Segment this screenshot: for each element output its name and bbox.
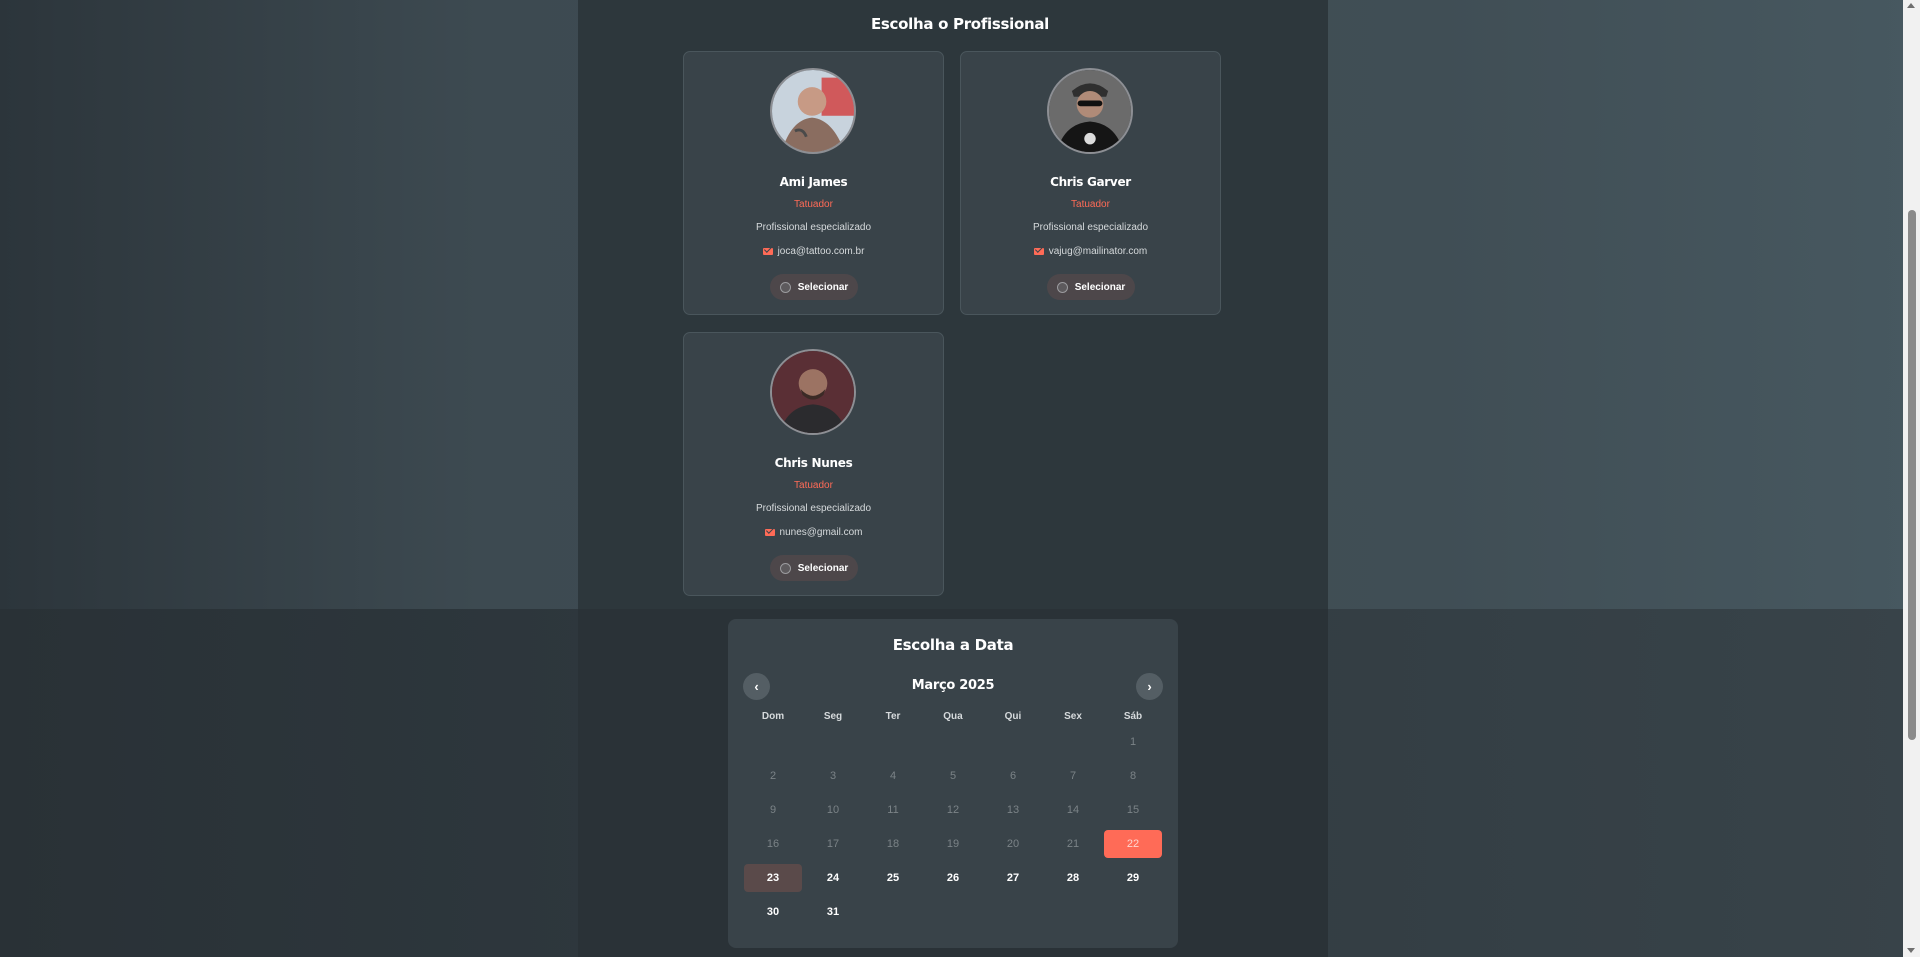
professional-card[interactable]: Ami James Tatuador Profissional especial…: [683, 51, 944, 315]
select-professional-button[interactable]: Selecionar: [770, 274, 858, 300]
weekday-label: Ter: [885, 711, 901, 722]
calendar-title: Escolha a Data: [892, 636, 1014, 654]
professional-name: Chris Nunes: [774, 456, 853, 470]
radio-icon[interactable]: [779, 562, 791, 574]
calendar-day: 20: [1006, 838, 1020, 850]
weekday-label: Sáb: [1123, 711, 1143, 722]
weekday-label: Seg: [823, 711, 843, 722]
calendar-day: 3: [829, 770, 837, 782]
avatar-ami-james: [770, 68, 856, 154]
select-label: Selecionar: [1074, 281, 1126, 293]
calendar-empty-cell: [924, 728, 982, 756]
email-text: joca@tattoo.com.br: [777, 246, 865, 257]
calendar-day: 13: [1006, 804, 1020, 816]
calendar-day: 10: [826, 804, 840, 816]
scrollbar[interactable]: [1903, 0, 1920, 957]
next-month-button[interactable]: ›: [1136, 673, 1163, 700]
email-text: nunes@gmail.com: [779, 527, 863, 538]
professional-role: Tatuador: [794, 199, 833, 210]
scroll-up-icon[interactable]: [1907, 3, 1915, 8]
professional-name: Chris Garver: [1050, 175, 1131, 189]
select-professional-button[interactable]: Selecionar: [770, 555, 858, 581]
calendar-day[interactable]: 25: [864, 864, 922, 892]
calendar-empty-cell: [744, 728, 802, 756]
calendar-day: 8: [1129, 770, 1137, 782]
envelope-icon: [764, 529, 775, 536]
weekday-label: Dom: [761, 711, 785, 722]
calendar-day: 4: [889, 770, 897, 782]
calendar-empty-cell: [1044, 728, 1102, 756]
radio-icon[interactable]: [1056, 281, 1068, 293]
email-text: vajug@mailinator.com: [1048, 246, 1148, 257]
professional-name: Ami James: [779, 175, 848, 189]
date-picker: Escolha a Data ‹ Março 2025 › Dom Seg Te…: [728, 619, 1178, 948]
professional-card[interactable]: Chris Garver Tatuador Profissional espec…: [960, 51, 1221, 315]
weekday-header: Dom Seg Ter Qua Qui Sex Sáb: [743, 711, 1163, 722]
calendar-day[interactable]: 24: [804, 864, 862, 892]
calendar-empty-cell: [984, 898, 1042, 926]
weekday-label: Sex: [1064, 711, 1082, 722]
calendar-day[interactable]: 31: [804, 898, 862, 926]
calendar-day: 15: [1126, 804, 1140, 816]
professional-role: Tatuador: [794, 480, 833, 491]
calendar-day[interactable]: 26: [924, 864, 982, 892]
calendar-day[interactable]: 28: [1044, 864, 1102, 892]
professional-description: Profissional especializado: [755, 222, 872, 233]
scroll-down-icon[interactable]: [1907, 948, 1915, 953]
weekday-label: Qui: [1004, 711, 1022, 722]
professional-description: Profissional especializado: [755, 503, 872, 514]
professional-role: Tatuador: [1071, 199, 1110, 210]
calendar-day[interactable]: 22: [1104, 830, 1162, 858]
calendar-empty-cell: [924, 898, 982, 926]
select-label: Selecionar: [797, 562, 849, 574]
calendar-empty-cell: [1104, 898, 1162, 926]
calendar-day: 9: [769, 804, 777, 816]
professional-email: joca@tattoo.com.br: [684, 246, 943, 257]
month-label: Março 2025: [911, 678, 995, 693]
calendar-day: 19: [946, 838, 960, 850]
professional-description: Profissional especializado: [1032, 222, 1149, 233]
scrollbar-thumb[interactable]: [1908, 210, 1916, 740]
weekday-label: Qua: [943, 711, 963, 722]
calendar-day: 1: [1129, 736, 1137, 748]
calendar-empty-cell: [864, 898, 922, 926]
select-label: Selecionar: [797, 281, 849, 293]
calendar-day: 16: [766, 838, 780, 850]
calendar-day: 21: [1066, 838, 1080, 850]
chevron-right-icon: ›: [1147, 679, 1152, 694]
calendar-empty-cell: [804, 728, 862, 756]
calendar-day[interactable]: 29: [1104, 864, 1162, 892]
professional-email: vajug@mailinator.com: [961, 246, 1220, 257]
calendar-day: 7: [1069, 770, 1077, 782]
calendar-day: 12: [946, 804, 960, 816]
calendar-day: 5: [949, 770, 957, 782]
calendar-day: 6: [1009, 770, 1017, 782]
select-professional-button[interactable]: Selecionar: [1047, 274, 1135, 300]
calendar-day: 2: [769, 770, 777, 782]
avatar-chris-nunes: [770, 349, 856, 435]
calendar-empty-cell: [984, 728, 1042, 756]
envelope-icon: [1033, 248, 1044, 255]
professional-card[interactable]: Chris Nunes Tatuador Profissional especi…: [683, 332, 944, 596]
calendar-day: 18: [886, 838, 900, 850]
calendar-day[interactable]: 27: [984, 864, 1042, 892]
calendar-day: 11: [887, 804, 899, 816]
professionals-title: Escolha o Profissional: [870, 15, 1050, 33]
calendar-days-grid: 1 2 3 4 5 6 7 8 9 10 11 12 13 14 15 16 17 18 19 20 21 22 23 24 2…: [743, 725, 1163, 929]
professional-email: nunes@gmail.com: [684, 527, 943, 538]
envelope-icon: [762, 248, 773, 255]
avatar-chris-garver: [1047, 68, 1133, 154]
calendar-empty-cell: [864, 728, 922, 756]
radio-icon[interactable]: [779, 281, 791, 293]
calendar-day[interactable]: 30: [744, 898, 802, 926]
calendar-day: 17: [826, 838, 840, 850]
calendar-day: 14: [1066, 804, 1080, 816]
calendar-empty-cell: [1044, 898, 1102, 926]
calendar-day[interactable]: 23: [744, 864, 802, 892]
